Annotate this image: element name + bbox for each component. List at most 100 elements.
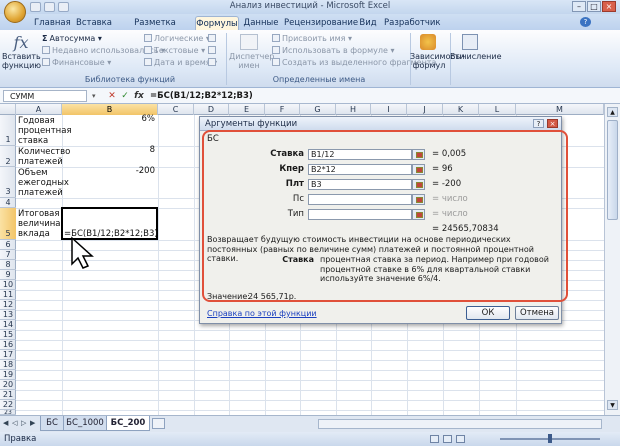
assign-name-button[interactable]: Присвоить имя ▾	[272, 33, 352, 44]
row-header-1[interactable]: 1	[0, 115, 16, 146]
maximize-button[interactable]: □	[587, 1, 601, 12]
column-header-j[interactable]: J	[407, 104, 443, 115]
row-header-21[interactable]: 21	[0, 390, 16, 400]
dependencies-icon[interactable]	[420, 34, 436, 50]
column-header-i[interactable]: I	[371, 104, 407, 115]
row-header-4[interactable]: 4	[0, 198, 16, 208]
scroll-thumb[interactable]	[607, 120, 618, 220]
select-all-corner[interactable]	[0, 104, 16, 115]
row-header-2[interactable]: 2	[0, 146, 16, 167]
insert-sheet-icon[interactable]	[152, 418, 165, 429]
cancel-button[interactable]: Отмена	[515, 306, 559, 320]
financial-button[interactable]: Финансовые ▾	[42, 57, 111, 68]
column-header-c[interactable]: C	[158, 104, 194, 115]
autosum-button[interactable]: Σ Автосумма ▾	[42, 33, 102, 44]
tab-insert[interactable]: Вставка	[74, 16, 114, 30]
row-header-22[interactable]: 22	[0, 400, 16, 410]
cancel-icon[interactable]: ✕	[106, 90, 118, 102]
column-header-h[interactable]: H	[336, 104, 371, 115]
row-header-6[interactable]: 6	[0, 240, 16, 250]
math-icon[interactable]	[208, 46, 216, 54]
calculation-icon[interactable]	[462, 34, 478, 50]
name-box[interactable]: СУММ	[3, 90, 87, 102]
column-header-m[interactable]: M	[516, 104, 604, 115]
row-header-8[interactable]: 8	[0, 260, 16, 270]
use-in-formula-button[interactable]: Использовать в формуле ▾	[272, 45, 394, 56]
formula-input[interactable]: =БС(B1/12;B2*12;B3)	[150, 90, 610, 102]
logical-button[interactable]: Логические ▾	[144, 33, 210, 44]
column-header-f[interactable]: F	[265, 104, 300, 115]
row-header-9[interactable]: 9	[0, 270, 16, 280]
dialog-title-bar[interactable]: Аргументы функции ? ×	[200, 117, 561, 131]
minimize-button[interactable]: –	[572, 1, 586, 12]
row-header-3[interactable]: 3	[0, 167, 16, 198]
tab-data[interactable]: Данные	[242, 16, 280, 30]
cell-b2[interactable]: 8	[62, 145, 155, 155]
insert-function-button[interactable]: Вставить функцию	[2, 52, 41, 70]
ok-button[interactable]: ОК	[466, 306, 510, 320]
row-header-10[interactable]: 10	[0, 280, 16, 290]
calculation-button[interactable]: Вычисление	[450, 52, 502, 61]
help-icon[interactable]: ?	[580, 17, 591, 27]
sheet-tab-bs-1000[interactable]: БС_1000	[63, 416, 107, 431]
column-header-a[interactable]: A	[16, 104, 62, 115]
scroll-down-icon[interactable]: ▼	[607, 400, 618, 410]
sheet-nav-first-icon[interactable]: ◀	[3, 419, 8, 427]
tab-view[interactable]: Вид	[356, 16, 380, 30]
fx-icon[interactable]: fx	[10, 33, 32, 52]
redo-icon[interactable]	[58, 2, 69, 12]
cell-a2[interactable]: Количество платежей	[18, 147, 70, 167]
cell-b3[interactable]: -200	[62, 166, 155, 176]
row-header-19[interactable]: 19	[0, 370, 16, 380]
row-header-7[interactable]: 7	[0, 250, 16, 260]
column-header-g[interactable]: G	[300, 104, 336, 115]
row-header-16[interactable]: 16	[0, 340, 16, 350]
name-manager-button[interactable]: Диспетчер имен	[229, 52, 274, 70]
tab-formulas[interactable]: Формулы	[195, 16, 239, 30]
page-layout-icon[interactable]	[443, 435, 452, 443]
row-header-12[interactable]: 12	[0, 300, 16, 310]
sheet-nav-next-icon[interactable]: ▷	[21, 419, 26, 427]
dialog-close-button[interactable]: ×	[547, 119, 558, 128]
save-icon[interactable]	[30, 2, 41, 12]
horizontal-scrollbar[interactable]	[318, 419, 602, 429]
lookup-icon[interactable]	[208, 34, 216, 42]
enter-icon[interactable]: ✓	[119, 90, 131, 102]
cell-a3[interactable]: Объем ежегодных платежей	[18, 168, 69, 198]
row-header-18[interactable]: 18	[0, 360, 16, 370]
column-header-d[interactable]: D	[194, 104, 229, 115]
scroll-up-icon[interactable]: ▲	[607, 107, 618, 117]
office-button[interactable]	[4, 1, 26, 23]
sheet-tab-bs-200[interactable]: БС_200	[106, 416, 150, 431]
datetime-button[interactable]: Дата и время ▾	[144, 57, 217, 68]
sheet-tab-bs[interactable]: БС	[40, 416, 64, 431]
cell-a1[interactable]: Годовая процентная ставка	[18, 116, 72, 146]
namebox-dropdown-icon[interactable]: ▾	[92, 90, 102, 102]
tab-developer[interactable]: Разработчик	[384, 16, 441, 30]
tab-review[interactable]: Рецензирование	[284, 16, 358, 30]
row-header-14[interactable]: 14	[0, 320, 16, 330]
name-manager-icon[interactable]	[240, 34, 258, 50]
insert-function-icon[interactable]: fx	[132, 90, 146, 102]
page-break-icon[interactable]	[456, 435, 465, 443]
sheet-nav-last-icon[interactable]: ▶	[30, 419, 35, 427]
close-button[interactable]: ×	[602, 1, 616, 12]
dialog-help-button[interactable]: ?	[533, 119, 544, 128]
cell-a5[interactable]: Итоговая величина вклада	[18, 209, 62, 239]
dependencies-button[interactable]: Зависимости формул	[410, 52, 465, 70]
row-header-20[interactable]: 20	[0, 380, 16, 390]
normal-view-icon[interactable]	[430, 435, 439, 443]
vertical-scrollbar[interactable]: ▲ ▼	[604, 104, 620, 415]
row-header-17[interactable]: 17	[0, 350, 16, 360]
row-header-15[interactable]: 15	[0, 330, 16, 340]
zoom-slider-thumb[interactable]	[548, 434, 552, 443]
tab-page-layout[interactable]: Разметка страницы	[118, 16, 192, 42]
column-header-k[interactable]: K	[443, 104, 479, 115]
undo-icon[interactable]	[44, 2, 55, 12]
column-header-l[interactable]: L	[479, 104, 516, 115]
column-header-e[interactable]: E	[229, 104, 265, 115]
row-header-5[interactable]: 5	[0, 208, 16, 240]
row-header-11[interactable]: 11	[0, 290, 16, 300]
help-link[interactable]: Справка по этой функции	[207, 309, 317, 318]
more-functions-icon[interactable]	[208, 58, 216, 66]
